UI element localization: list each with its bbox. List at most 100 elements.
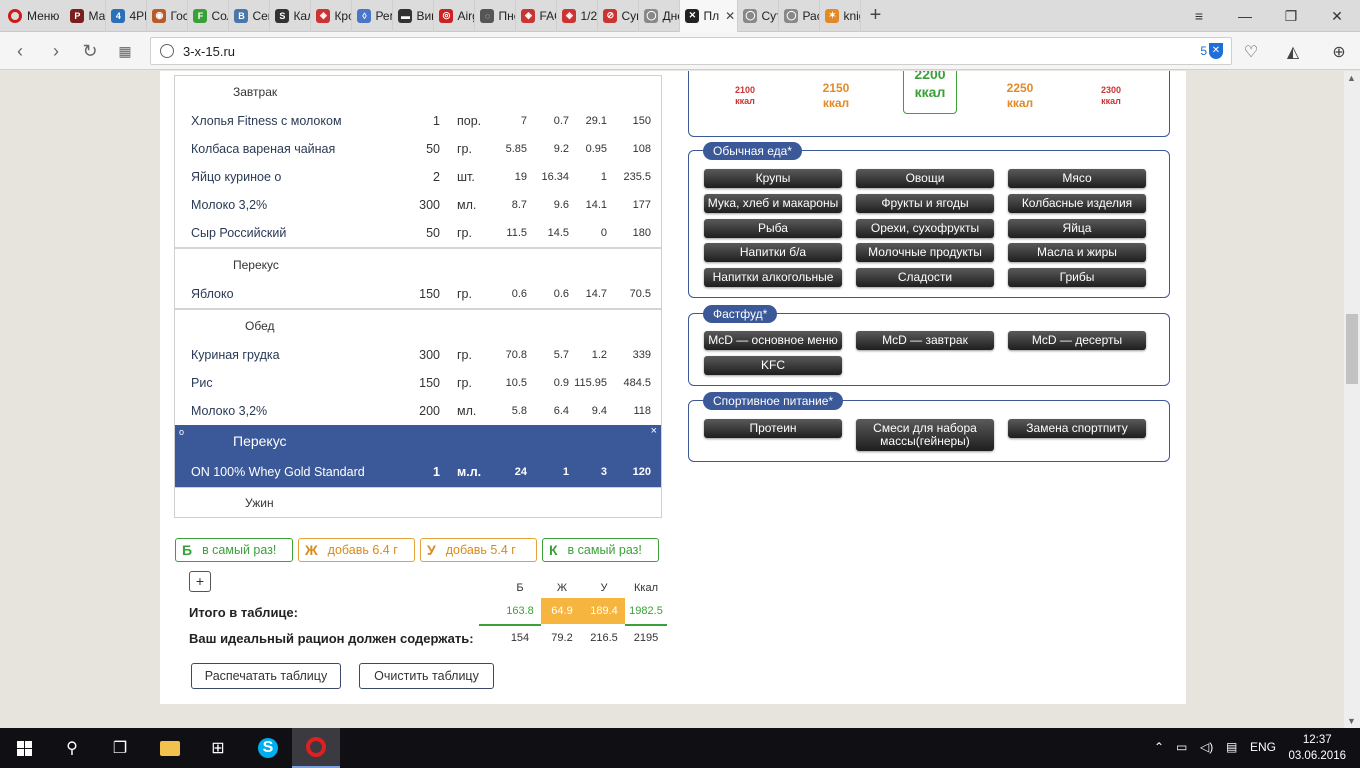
maximize-icon[interactable]: ❐: [1270, 0, 1312, 32]
food-carbs: 1: [600, 171, 607, 183]
food-category-button[interactable]: Напитки б/а: [704, 243, 842, 263]
browser-tab[interactable]: PМар: [65, 0, 107, 32]
food-name: Молоко 3,2%: [191, 404, 268, 418]
tabs-menu-icon[interactable]: ≡: [1178, 0, 1220, 32]
skype-icon[interactable]: S: [244, 728, 292, 768]
table-row[interactable]: Молоко 3,2% 200 мл. 5.8 6.4 9.4 118: [175, 397, 661, 425]
snack2-block[interactable]: o × Перекус ON 100% Whey Gold Standard 1…: [175, 425, 661, 487]
language-indicator[interactable]: ENG: [1250, 740, 1276, 754]
food-category-button[interactable]: Фрукты и ягоды: [856, 193, 994, 213]
scroll-thumb[interactable]: [1346, 314, 1358, 384]
volume-icon[interactable]: ◁): [1200, 740, 1213, 754]
scroll-up-icon[interactable]: ▲: [1347, 73, 1356, 83]
heart-icon[interactable]: ♡: [1240, 41, 1262, 63]
clear-table-button[interactable]: Очистить таблицу: [359, 663, 494, 689]
browser-menu-button[interactable]: Меню: [0, 0, 65, 32]
food-category-button[interactable]: McD — завтрак: [856, 331, 994, 350]
browser-tab[interactable]: ◉Госа: [147, 0, 189, 32]
browser-tab[interactable]: ⊘Суп: [598, 0, 640, 32]
food-category-button[interactable]: Рыба: [704, 218, 842, 238]
browser-tab[interactable]: ◯Сут: [738, 0, 780, 32]
browser-tab[interactable]: FСол: [188, 0, 230, 32]
browser-tab[interactable]: ▬Вин: [393, 0, 435, 32]
food-category-button[interactable]: Яйца: [1008, 218, 1146, 238]
table-row[interactable]: Хлопья Fitness с молоком 1 пор. 7 0.7 29.1 150: [175, 107, 661, 135]
kcal-option[interactable]: 2150 ккал: [805, 81, 867, 111]
food-protein: 7: [520, 115, 527, 127]
food-category-button[interactable]: Смеси для набора массы(гейнеры): [856, 419, 994, 451]
notifications-icon[interactable]: ▤: [1226, 740, 1237, 754]
network-icon[interactable]: ▭: [1176, 740, 1187, 754]
speed-dial-icon[interactable]: ▦: [113, 39, 137, 63]
sync-icon[interactable]: ◭: [1282, 41, 1304, 63]
download-icon[interactable]: ⊕: [1328, 41, 1350, 63]
tray-chevron-icon[interactable]: ⌃: [1154, 740, 1164, 754]
browser-tab[interactable]: ◈ 1/2: [557, 0, 599, 32]
food-category-button[interactable]: Грибы: [1008, 268, 1146, 288]
table-row[interactable]: ON 100% Whey Gold Standard 1 м.л. 24 1 3…: [175, 458, 661, 486]
back-icon[interactable]: ‹: [8, 39, 32, 63]
food-category-button[interactable]: Молочные продукты: [856, 243, 994, 263]
close-window-icon[interactable]: ✕: [1316, 0, 1358, 32]
search-icon[interactable]: ⚲: [48, 728, 96, 768]
kcal-option[interactable]: 2250 ккал: [989, 81, 1051, 111]
kcal-option[interactable]: 2300 ккал: [1081, 85, 1141, 108]
food-category-button[interactable]: Мука, хлеб и макароны: [704, 193, 842, 213]
browser-tab[interactable]: BСем: [229, 0, 271, 32]
food-category-button[interactable]: Крупы: [704, 169, 842, 188]
food-category-button[interactable]: KFC: [704, 356, 842, 375]
browser-tab[interactable]: ◊Рем: [352, 0, 394, 32]
table-row[interactable]: Молоко 3,2% 300 мл. 8.7 9.6 14.1 177: [175, 191, 661, 219]
tab-close-icon[interactable]: ✕: [725, 9, 735, 23]
close-icon[interactable]: ×: [651, 425, 657, 437]
tab-strip: Меню PМар44PD◉ГосаFСолBСемSКал◈Кро◊Рем▬В…: [0, 0, 1360, 32]
print-table-button[interactable]: Распечатать таблицу: [191, 663, 341, 689]
adblock-shield[interactable]: 5 ✕: [1200, 43, 1223, 59]
page-scrollbar[interactable]: ▲ ▼: [1344, 71, 1360, 728]
ideal-label: Ваш идеальный рацион должен содержать:: [189, 631, 474, 646]
browser-tab[interactable]: ◌Пне: [475, 0, 517, 32]
browser-tab[interactable]: ◯Дне: [639, 0, 681, 32]
circle-icon[interactable]: o: [179, 427, 184, 437]
food-category-button[interactable]: McD — основное меню: [704, 331, 842, 350]
browser-tab[interactable]: ◯Рас: [779, 0, 821, 32]
browser-tab[interactable]: ◎Airg: [434, 0, 476, 32]
kcal-option[interactable]: 2200 ккал: [903, 71, 957, 114]
browser-tab[interactable]: ◈Кро: [311, 0, 353, 32]
food-category-button[interactable]: Напитки алкогольные: [704, 268, 842, 288]
browser-tab[interactable]: ◈FAQ: [516, 0, 558, 32]
store-icon[interactable]: ⊞: [194, 728, 242, 768]
food-category-button[interactable]: Колбасные изделия: [1008, 193, 1146, 213]
food-category-button[interactable]: Овощи: [856, 169, 994, 188]
browser-tab[interactable]: ✕ Пл ✕: [680, 0, 739, 32]
table-row[interactable]: Колбаса вареная чайная 50 гр. 5.85 9.2 0.95 10…: [175, 135, 661, 163]
browser-tab[interactable]: ✶knig: [820, 0, 862, 32]
food-category-button[interactable]: Протеин: [704, 419, 842, 438]
food-category-button[interactable]: Сладости: [856, 268, 994, 288]
scroll-down-icon[interactable]: ▼: [1347, 716, 1356, 726]
file-explorer-icon[interactable]: [146, 728, 194, 768]
windows-start-icon[interactable]: [0, 728, 48, 768]
add-row-button[interactable]: +: [189, 571, 211, 592]
food-category-button[interactable]: Орехи, сухофрукты: [856, 218, 994, 238]
table-row[interactable]: Яблоко 150 гр. 0.6 0.6 14.7 70.5: [175, 280, 661, 308]
food-category-button[interactable]: Масла и жиры: [1008, 243, 1146, 263]
table-row[interactable]: Куриная грудка 300 гр. 70.8 5.7 1.2 339: [175, 341, 661, 369]
clock[interactable]: 12:37 03.06.2016: [1288, 732, 1346, 764]
opera-taskbar-icon[interactable]: [292, 728, 340, 768]
browser-tab[interactable]: 44PD: [106, 0, 148, 32]
kcal-option[interactable]: 2100 ккал: [715, 85, 775, 108]
table-row[interactable]: Яйцо куриное о 2 шт. 19 16.34 1 235.5: [175, 163, 661, 191]
food-category-button[interactable]: Замена спортпиту: [1008, 419, 1146, 438]
browser-tab[interactable]: SКал: [270, 0, 312, 32]
table-row[interactable]: Сыр Российский 50 гр. 11.5 14.5 0 180: [175, 219, 661, 247]
minimize-icon[interactable]: —: [1224, 0, 1266, 32]
food-category-button[interactable]: McD — десерты: [1008, 331, 1146, 350]
task-view-icon[interactable]: ❐: [96, 728, 144, 768]
new-tab-button[interactable]: +: [861, 4, 889, 27]
reload-icon[interactable]: ↻: [78, 39, 102, 63]
forward-icon[interactable]: ›: [44, 39, 68, 63]
url-field[interactable]: 3-x-15.ru 5 ✕: [150, 37, 1232, 65]
table-row[interactable]: Рис 150 гр. 10.5 0.9 115.95 484.5: [175, 369, 661, 397]
food-category-button[interactable]: Мясо: [1008, 169, 1146, 188]
